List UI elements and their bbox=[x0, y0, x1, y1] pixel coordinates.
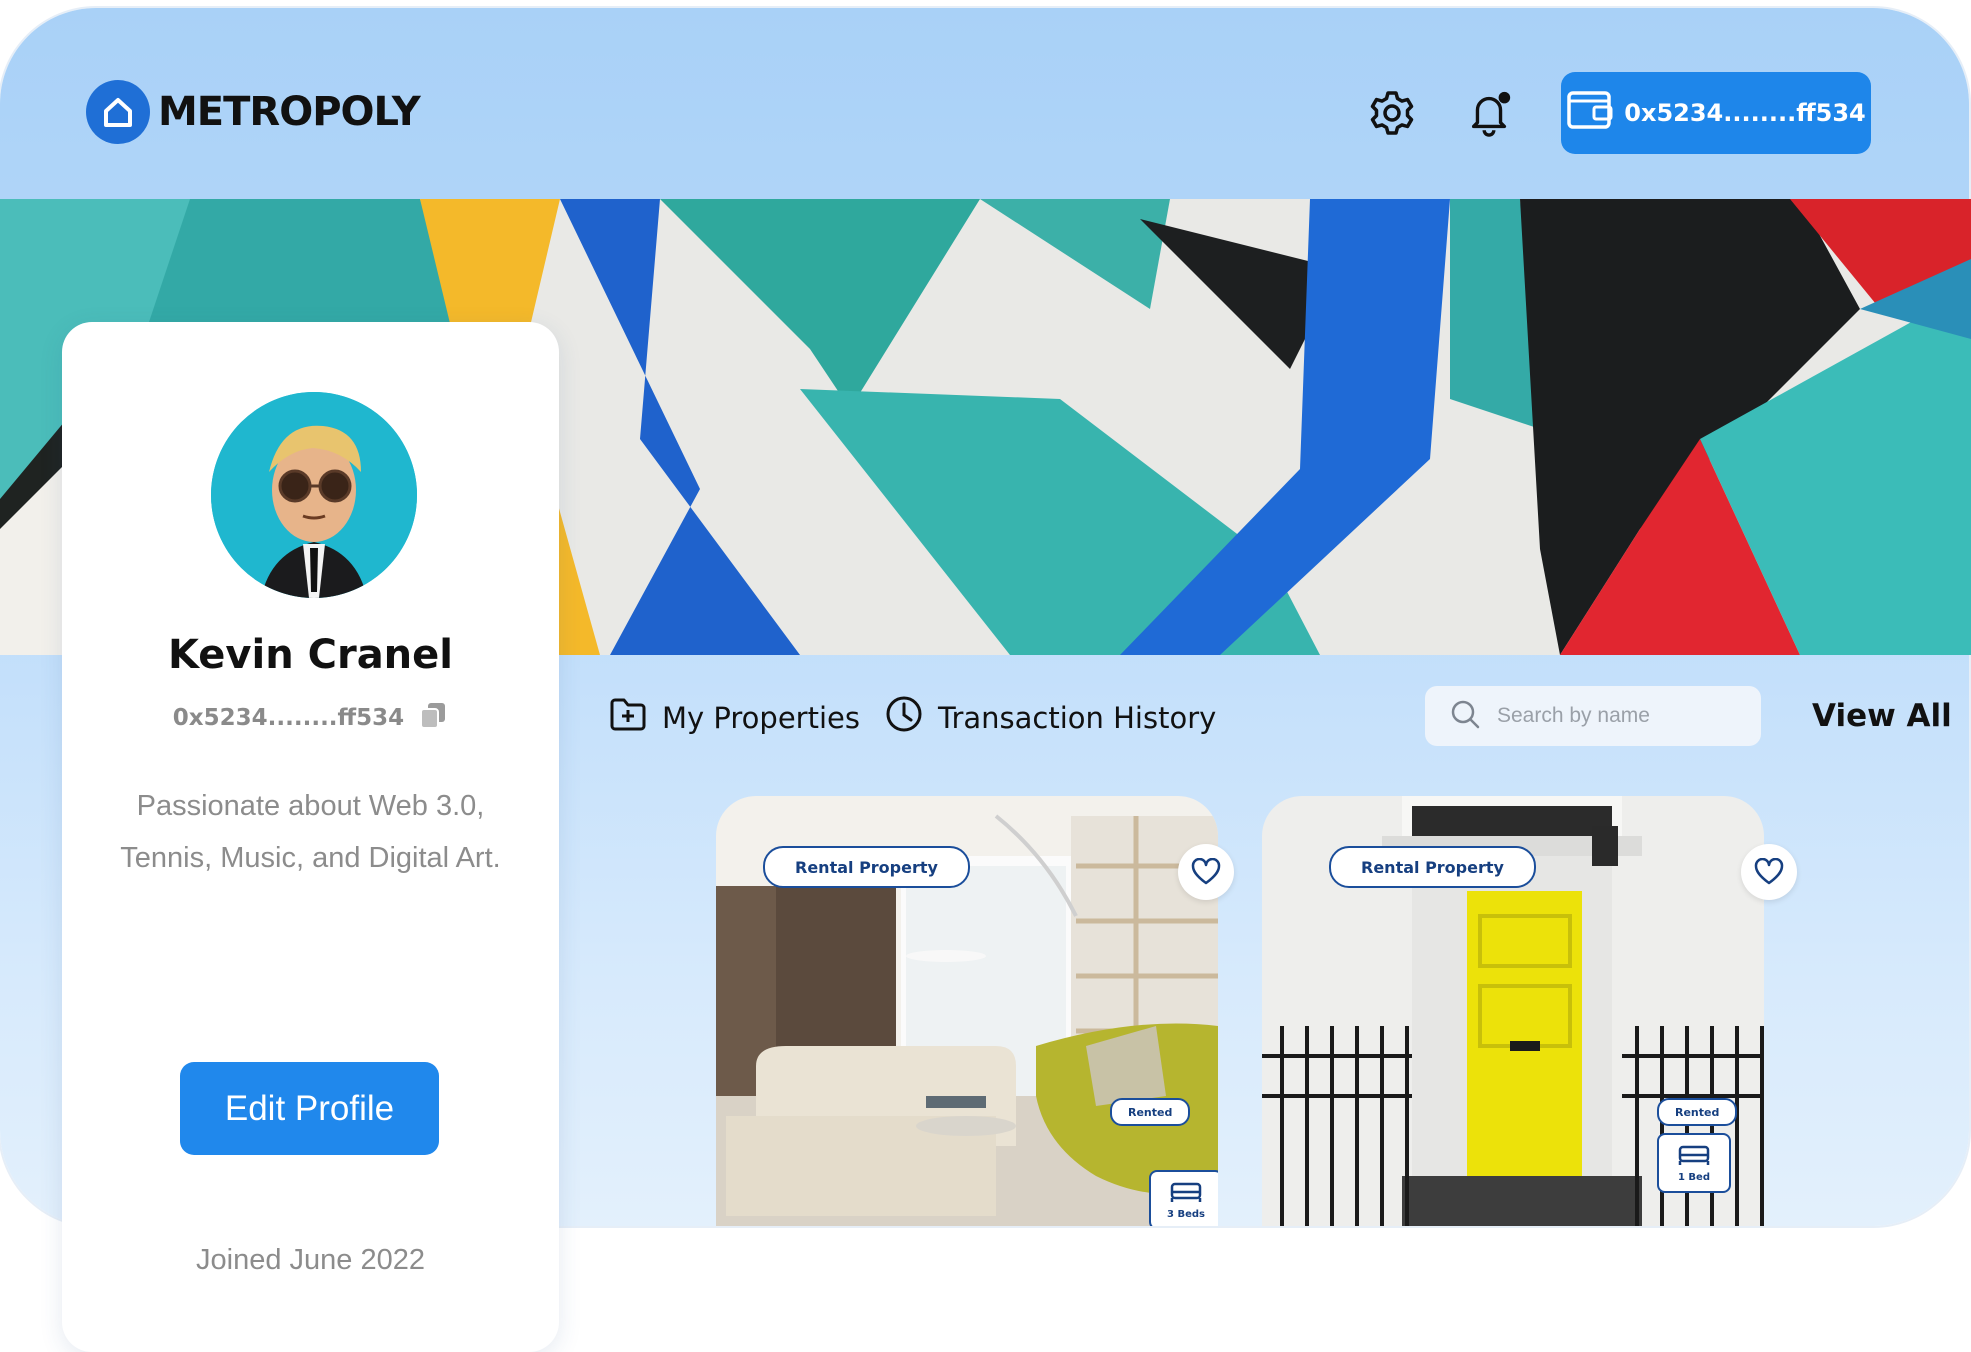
logo[interactable]: METROPOLY bbox=[86, 80, 421, 144]
logo-text: METROPOLY bbox=[158, 89, 421, 135]
status-badge: Rented bbox=[1110, 1098, 1191, 1126]
wallet-button[interactable]: 0x5234........ff534 bbox=[1561, 72, 1871, 154]
avatar[interactable] bbox=[211, 392, 417, 598]
search-icon bbox=[1449, 698, 1481, 735]
property-type-tag: Rental Property bbox=[763, 846, 970, 888]
favorite-heart-icon[interactable] bbox=[1178, 844, 1234, 900]
search-input[interactable] bbox=[1495, 703, 1739, 729]
property-card[interactable]: Rental Property Rented 1 Bed bbox=[1262, 796, 1764, 1226]
tab-label: Transaction History bbox=[938, 700, 1217, 735]
profile-card: Kevin Cranel 0x5234........ff534 Passion… bbox=[62, 322, 559, 1352]
tab-label: My Properties bbox=[662, 700, 860, 735]
tab-transaction-history[interactable]: Transaction History bbox=[884, 694, 1216, 741]
clock-icon bbox=[884, 694, 924, 741]
profile-address: 0x5234........ff534 bbox=[172, 705, 405, 731]
favorite-heart-icon[interactable] bbox=[1741, 844, 1797, 900]
beds-badge: 1 Bed bbox=[1657, 1133, 1731, 1193]
status-badge: Rented bbox=[1657, 1098, 1738, 1126]
beds-label: 3 Beds bbox=[1167, 1209, 1205, 1220]
home-icon bbox=[86, 80, 150, 144]
wallet-address: 0x5234........ff534 bbox=[1624, 99, 1866, 127]
profile-address-row: 0x5234........ff534 bbox=[62, 700, 559, 736]
profile-name: Kevin Cranel bbox=[168, 632, 453, 678]
bed-icon bbox=[1677, 1143, 1711, 1170]
profile-bio: Passionate about Web 3.0, Tennis, Music,… bbox=[120, 790, 501, 874]
copy-icon[interactable] bbox=[418, 700, 448, 736]
property-card[interactable]: Rental Property Rented 3 Beds bbox=[716, 796, 1218, 1226]
search-box bbox=[1425, 686, 1761, 746]
joined-date: Joined June 2022 bbox=[196, 1244, 425, 1276]
bell-icon[interactable] bbox=[1464, 88, 1514, 138]
edit-profile-button[interactable]: Edit Profile bbox=[180, 1062, 439, 1155]
beds-label: 1 Bed bbox=[1677, 1172, 1710, 1183]
wallet-icon bbox=[1566, 89, 1614, 137]
tab-my-properties[interactable]: My Properties bbox=[608, 694, 860, 741]
folder-plus-icon bbox=[608, 694, 648, 741]
bed-icon bbox=[1169, 1180, 1203, 1207]
view-all-link[interactable]: View All bbox=[1812, 698, 1952, 734]
property-type-tag: Rental Property bbox=[1329, 846, 1536, 888]
beds-badge: 3 Beds bbox=[1149, 1170, 1218, 1226]
gear-icon[interactable] bbox=[1367, 88, 1417, 138]
